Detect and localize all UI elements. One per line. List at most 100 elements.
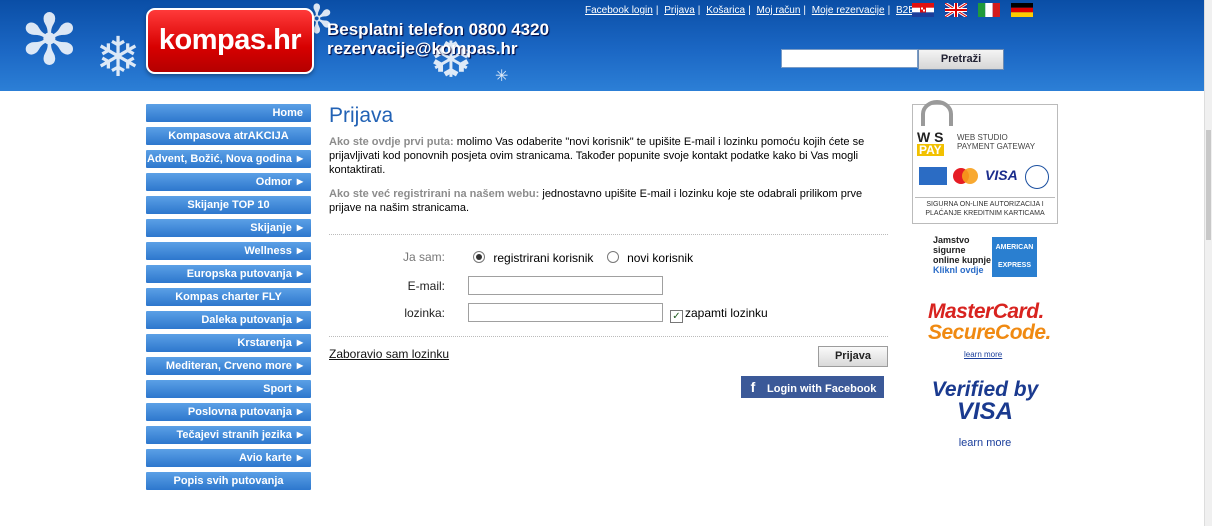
- email-field[interactable]: [468, 276, 663, 295]
- page-scrollbar[interactable]: [1204, 0, 1212, 526]
- sidebar-item-odmor[interactable]: Odmor ▶: [146, 173, 311, 191]
- sidebar-item-daleka[interactable]: Daleka putovanja ▶: [146, 311, 311, 329]
- search-input[interactable]: [781, 49, 918, 68]
- wspay-footer: SIGURNA ON-LINE AUTORIZACIJA I PLAĆANJE …: [915, 197, 1055, 218]
- diners-icon: [1025, 165, 1049, 189]
- sidebar-item-poslovna[interactable]: Poslovna putovanja ▶: [146, 403, 311, 421]
- top-links: Facebook login | Prijava | Košarica | Moj r…: [585, 5, 915, 16]
- sidebar-item-popis[interactable]: Popis svih putovanja: [146, 472, 311, 490]
- radio-registered-label[interactable]: registrirani korisnik: [493, 251, 593, 265]
- mastercard-securecode-badge[interactable]: MasterCard. SecureCode. learn more: [928, 301, 1052, 359]
- amex-guarantee-text: Jamstvo sigurne online kupnje Kliknl ovd…: [933, 235, 991, 275]
- snowflake-icon: ✻: [20, 0, 79, 81]
- password-field[interactable]: [468, 303, 663, 322]
- forgot-password-link[interactable]: Zaboravio sam lozinku: [329, 347, 449, 361]
- radio-new-label[interactable]: novi korisnik: [627, 251, 693, 265]
- remember-label[interactable]: zapamti lozinku: [685, 306, 768, 320]
- sidebar-item-atrakcija[interactable]: Kompasova atrAKCIJA: [146, 127, 311, 145]
- sidebar-item-krstarenja[interactable]: Krstarenja ▶: [146, 334, 311, 352]
- login-button[interactable]: Prijava: [818, 346, 888, 367]
- wspay-title-line2: PAYMENT GATEWAY: [957, 142, 1036, 151]
- snowflake-icon: ❄: [95, 25, 142, 89]
- chevron-right-icon: ▶: [296, 361, 303, 370]
- wspay-badge[interactable]: W S PAY WEB STUDIO PAYMENT GATEWAY VISA S…: [912, 100, 1058, 224]
- link-moj-racun[interactable]: Moj račun: [756, 5, 800, 16]
- link-kosarica[interactable]: Košarica: [706, 5, 745, 16]
- link-prijava[interactable]: Prijava: [664, 5, 695, 16]
- wspay-title-line1: WEB STUDIO: [957, 133, 1008, 142]
- sidebar-item-label: Daleka putovanja: [201, 314, 292, 326]
- amex-logo: AMERICAN EXPRESS: [992, 237, 1037, 277]
- sidebar-item-label: Tečajevi stranih jezika: [176, 429, 292, 441]
- sidebar-item-label: Popis svih putovanja: [173, 475, 284, 487]
- sidebar-item-home[interactable]: Home: [146, 104, 311, 122]
- sidebar-item-label: Skijanje TOP 10: [187, 199, 270, 211]
- radio-new[interactable]: [606, 251, 619, 263]
- user-type-radio-group: registrirani korisnik novi korisnik: [473, 251, 693, 265]
- chevron-right-icon: ▶: [296, 223, 303, 232]
- link-facebook-login[interactable]: Facebook login: [585, 5, 653, 16]
- snowflake-icon: ✳: [495, 66, 509, 85]
- sidebar-item-skijanje[interactable]: Skijanje ▶: [146, 219, 311, 237]
- sidebar-item-label: Advent, Božić, Nova godina: [146, 153, 292, 165]
- chevron-right-icon: ▶: [296, 269, 303, 278]
- sidebar-item-charter-fly[interactable]: Kompas charter FLY: [146, 288, 311, 306]
- verified-by-visa-badge[interactable]: Verified by VISA learn more: [930, 379, 1040, 450]
- site-logo[interactable]: kompas.hr: [146, 8, 314, 74]
- link-moje-rezervacije[interactable]: Moje rezervacije: [812, 5, 885, 16]
- sidebar-item-sport[interactable]: Sport ▶: [146, 380, 311, 398]
- sidebar-item-mediteran[interactable]: Mediteran, Crveno more ▶: [146, 357, 311, 375]
- remember-password[interactable]: ✓ zapamti lozinku: [670, 306, 768, 323]
- sidebar-item-label: Odmor: [255, 176, 292, 188]
- amex-text2: sigurne: [933, 245, 966, 255]
- facebook-icon: f: [750, 379, 756, 395]
- facebook-login-button[interactable]: f Login with Facebook: [741, 376, 885, 398]
- mastercard-learn-more-link[interactable]: learn more: [964, 350, 1052, 359]
- it-flag-icon[interactable]: [978, 3, 1000, 17]
- sidebar-item-label: Mediteran, Crveno more: [165, 360, 292, 372]
- divider: [329, 336, 888, 337]
- intro-registered: Ako ste već registrirani na našem webu: …: [329, 187, 889, 215]
- sidebar-item-advent[interactable]: Advent, Božić, Nova godina ▶: [146, 150, 311, 168]
- main-content: Prijava Ako ste ovdje prvi puta: molimo …: [329, 104, 889, 215]
- sidebar-item-label: Skijanje: [250, 222, 292, 234]
- chevron-right-icon: ▶: [296, 177, 303, 186]
- sidebar-item-label: Sport: [263, 383, 292, 395]
- chevron-right-icon: ▶: [296, 384, 303, 393]
- chevron-right-icon: ▶: [296, 338, 303, 347]
- de-flag-icon[interactable]: [1011, 3, 1033, 17]
- search-button[interactable]: Pretraži: [918, 49, 1004, 70]
- contact-info: Besplatni telefon 0800 4320 rezervacije@…: [327, 20, 549, 58]
- visa-learn-more-link[interactable]: learn more: [930, 437, 1040, 449]
- sidebar-item-avio-karte[interactable]: Avio karte ▶: [146, 449, 311, 467]
- amex-text4: Kliknl ovdje: [933, 265, 984, 275]
- intro-new-user-lead: Ako ste ovdje prvi puta:: [329, 136, 454, 148]
- lock-icon: [921, 100, 953, 126]
- page-title: Prijava: [329, 104, 394, 127]
- chevron-right-icon: ▶: [296, 246, 303, 255]
- sidebar-item-tecajevi[interactable]: Tečajevi stranih jezika ▶: [146, 426, 311, 444]
- remember-checkbox[interactable]: ✓: [670, 310, 683, 323]
- amex-guarantee-badge[interactable]: Jamstvo sigurne online kupnje Kliknl ovd…: [931, 235, 1038, 280]
- sidebar-item-wellness[interactable]: Wellness ▶: [146, 242, 311, 260]
- radio-registered[interactable]: [473, 251, 485, 263]
- mastercard-icon: [951, 167, 979, 185]
- email-label: E-mail:: [407, 279, 445, 293]
- facebook-login-label: Login with Facebook: [767, 383, 877, 395]
- contact-email: rezervacije@kompas.hr: [327, 39, 518, 58]
- contact-phone: Besplatni telefon 0800 4320: [327, 20, 550, 39]
- scrollbar-thumb[interactable]: [1206, 130, 1211, 240]
- amex-text1: Jamstvo: [933, 235, 970, 245]
- uk-flag-icon[interactable]: [945, 3, 967, 17]
- password-label: lozinka:: [404, 306, 445, 320]
- sidebar-item-skijanje-top10[interactable]: Skijanje TOP 10: [146, 196, 311, 214]
- wspay-logo: W S PAY: [917, 129, 944, 157]
- logo-text: kompas.hr: [158, 24, 302, 56]
- sidebar-item-europska[interactable]: Europska putovanja ▶: [146, 265, 311, 283]
- chevron-right-icon: ▶: [296, 430, 303, 439]
- securecode-wordmark: SecureCode.: [928, 321, 1051, 344]
- sidebar-item-label: Home: [272, 107, 303, 119]
- hr-flag-icon[interactable]: [912, 3, 934, 17]
- intro-registered-lead: Ako ste već registrirani na našem webu:: [329, 188, 540, 200]
- card-logos: VISA: [919, 165, 1053, 189]
